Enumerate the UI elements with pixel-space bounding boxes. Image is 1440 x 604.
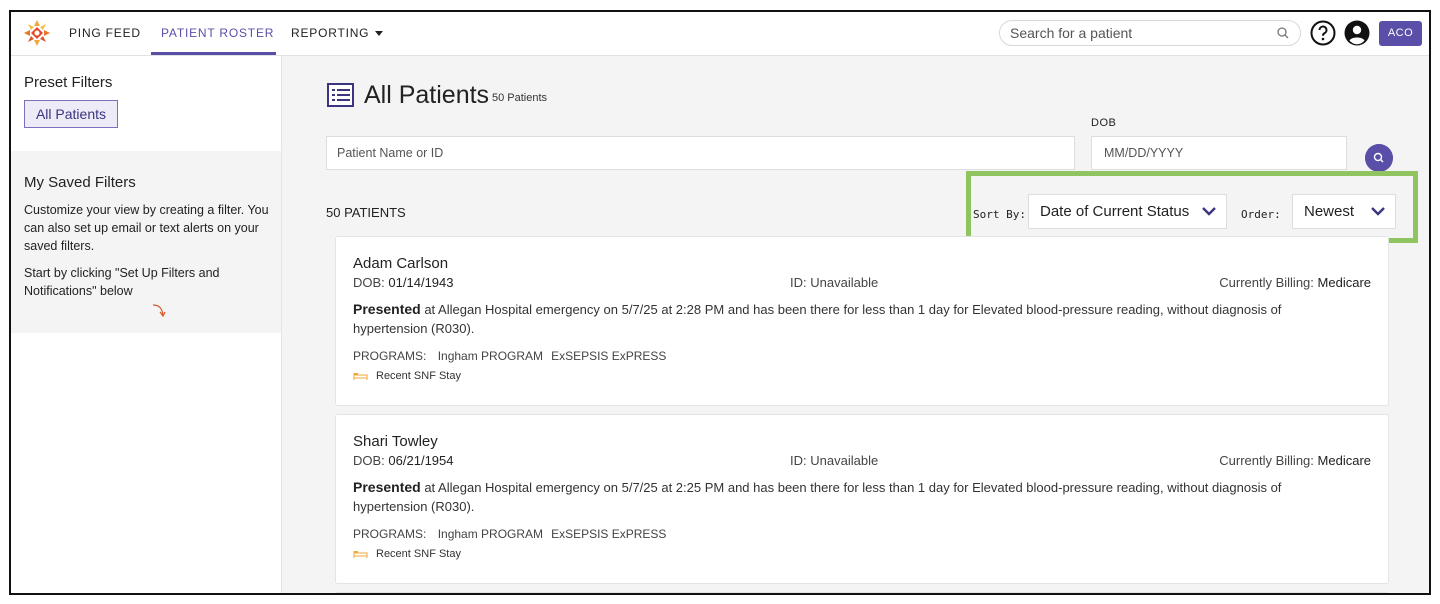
patient-tag: Recent SNF Stay [353,548,461,560]
dob-label: DOB [1091,117,1117,129]
patient-status: Presented [353,479,421,495]
patient-search [999,20,1301,46]
preset-filters-panel: Preset Filters All Patients [11,56,281,151]
patient-name-field [326,136,1075,170]
patient-dob: DOB: 01/14/1943 [353,275,454,290]
nav-ping-feed[interactable]: PING FEED [69,26,141,40]
saved-filters-description: Customize your view by creating a filter… [24,203,269,253]
patient-name[interactable]: Adam Carlson [353,255,448,272]
bed-icon [353,372,368,380]
saved-filters-hint: Start by clicking "Set Up Filters and No… [24,266,220,298]
patient-card[interactable]: Shari Towley DOB: 06/21/1954 ID: Unavail… [335,414,1389,584]
patient-tag: Recent SNF Stay [353,370,461,382]
search-submit-button[interactable] [1365,144,1393,172]
sidebar: Preset Filters All Patients My Saved Fil… [11,56,282,593]
program-tag: ExSEPSIS ExPRESS [551,349,667,363]
nav-reporting-label: REPORTING [291,26,370,40]
sort-by-value: Date of Current Status [1040,203,1190,220]
order-select[interactable]: Newest [1292,194,1396,229]
program-tag: Ingham PROGRAM [437,349,544,363]
program-tag: ExSEPSIS ExPRESS [551,527,667,541]
order-value: Newest [1304,203,1355,220]
arrow-down-icon [152,304,166,318]
dob-field [1091,136,1347,170]
aco-button[interactable]: ACO [1379,21,1422,46]
patient-count-label: 50 PATIENTS [326,205,406,220]
nav-reporting[interactable]: REPORTING [291,26,384,40]
patient-status: Presented [353,301,421,317]
patient-billing: Currently Billing: Medicare [1219,275,1371,290]
patient-id: ID: Unavailable [790,453,879,468]
patient-search-input[interactable] [1010,21,1270,45]
main-content: All Patients 50 Patients DOB 50 PATIENTS… [282,56,1429,593]
patient-id: ID: Unavailable [790,275,879,290]
patient-name[interactable]: Shari Towley [353,433,438,450]
patient-count-subtitle: 50 Patients [492,92,548,104]
patient-card[interactable]: Adam Carlson DOB: 01/14/1943 ID: Unavail… [335,236,1389,406]
chevron-down-icon [1371,207,1385,216]
help-icon[interactable] [1310,20,1336,46]
top-nav: PING FEED PATIENT ROSTER REPORTING ACO [11,12,1429,56]
sidebar-empty-area [11,333,281,593]
preset-filters-title: Preset Filters [24,74,113,91]
bed-icon [353,550,368,558]
user-avatar-icon[interactable] [1344,20,1370,46]
patient-billing: Currently Billing: Medicare [1219,453,1371,468]
all-patients-filter-button[interactable]: All Patients [24,100,118,128]
sort-by-label: Sort By: [973,208,1026,221]
dob-input[interactable] [1104,137,1346,169]
search-icon[interactable] [1276,26,1290,40]
app-logo-icon[interactable] [23,19,51,47]
patient-status-description: Presented at Allegan Hospital emergency … [353,301,1282,336]
caret-down-icon [375,31,384,37]
chevron-down-icon [1202,207,1216,216]
app-window: PING FEED PATIENT ROSTER REPORTING ACO P… [9,10,1431,595]
order-label: Order: [1241,208,1281,221]
saved-filters-title: My Saved Filters [24,174,136,191]
page-title: All Patients [364,81,490,109]
nav-patient-roster[interactable]: PATIENT ROSTER [161,26,274,40]
active-tab-indicator [151,52,276,55]
saved-filters-panel: My Saved Filters Customize your view by … [11,151,281,333]
sort-by-select[interactable]: Date of Current Status [1028,194,1227,229]
patient-name-input[interactable] [337,137,1047,169]
program-tag: Ingham PROGRAM [437,527,544,541]
list-icon [327,83,354,107]
patient-dob: DOB: 06/21/1954 [353,453,454,468]
sort-controls-highlight: Sort By: Date of Current Status Order: N… [966,171,1418,243]
patient-status-description: Presented at Allegan Hospital emergency … [353,479,1282,514]
patient-card[interactable] [335,592,1389,593]
patient-programs: PROGRAMS: Ingham PROGRAM ExSEPSIS ExPRESS [353,349,667,363]
patient-programs: PROGRAMS: Ingham PROGRAM ExSEPSIS ExPRESS [353,527,667,541]
